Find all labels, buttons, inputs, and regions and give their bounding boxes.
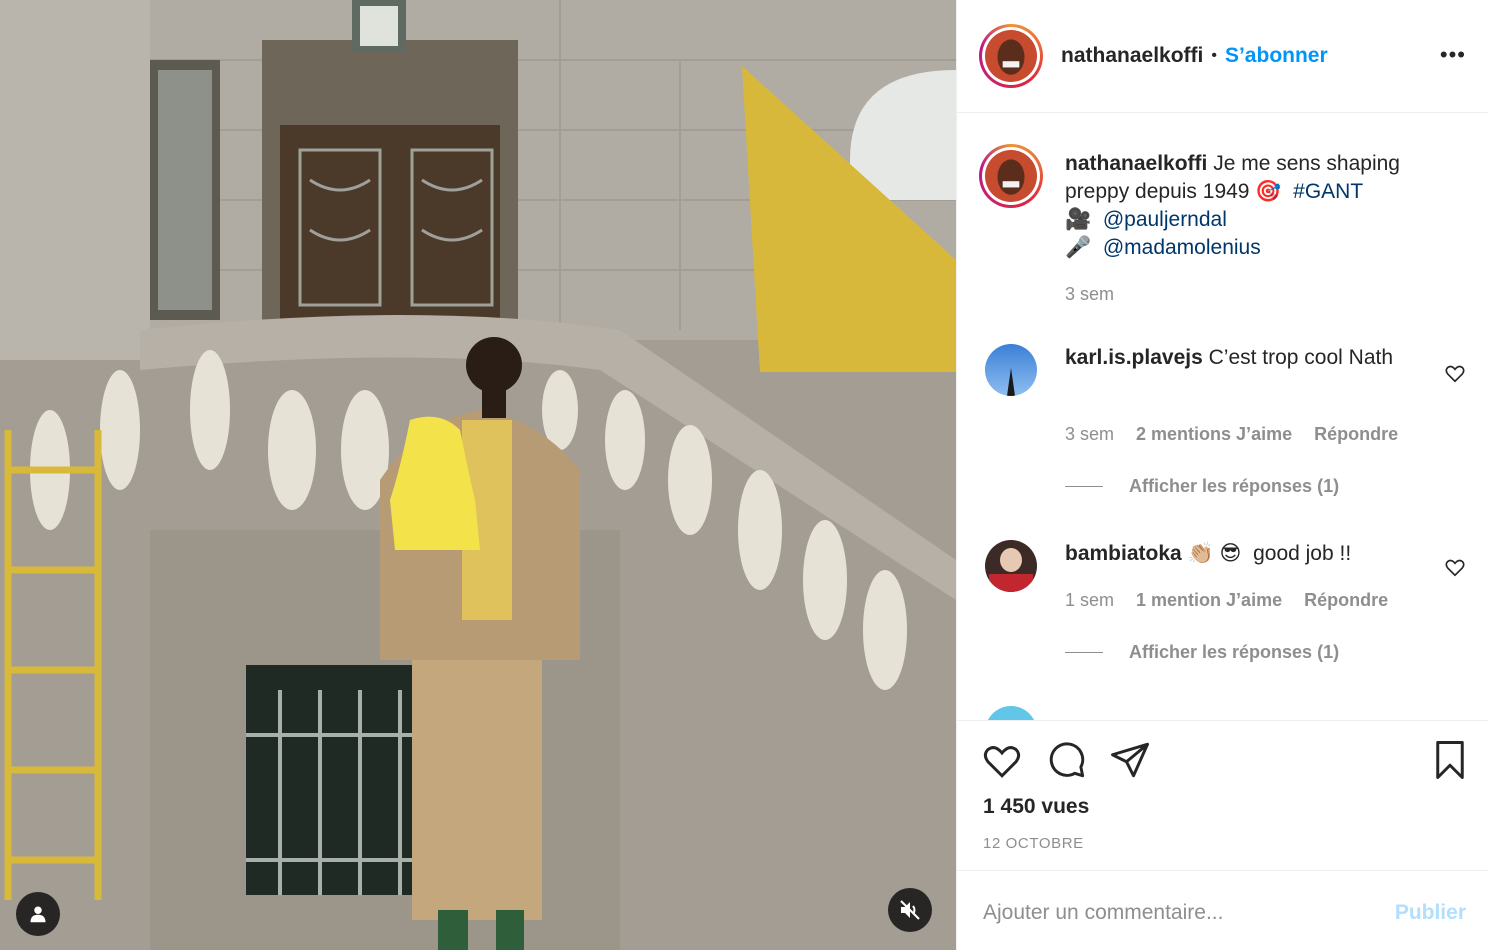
instagram-post: nathanaelkoffi • S’abonner ••• nathanael… <box>0 0 1488 950</box>
post-actions: 1 450 vues 12 OCTOBRE <box>957 720 1488 870</box>
microphone-emoji: 🎤 <box>1065 236 1092 259</box>
view-replies-label: Afficher les réponses (1) <box>1129 476 1340 496</box>
view-count[interactable]: 1 450 vues <box>983 795 1089 819</box>
comment-body: karl.is.plavejs C’est trop cool Nath <box>1065 344 1420 372</box>
comments-list[interactable]: nathanaelkoffi Je me sens shaping preppy… <box>957 114 1488 720</box>
publish-button[interactable]: Publier <box>1395 901 1466 925</box>
camera-emoji: 🎥 <box>1065 208 1092 231</box>
author-username[interactable]: nathanaelkoffi <box>1061 44 1203 68</box>
comment-composer: Publier <box>957 870 1488 950</box>
follow-button[interactable]: S’abonner <box>1225 44 1328 68</box>
comment-bubble-icon[interactable] <box>1045 739 1087 781</box>
share-paper-plane-icon[interactable] <box>1109 739 1151 781</box>
comment-input[interactable] <box>983 897 1363 929</box>
commenter-avatar[interactable] <box>985 344 1037 396</box>
like-comment-heart-icon[interactable] <box>1444 362 1466 384</box>
replies-line <box>1065 486 1103 487</box>
caption-username[interactable]: nathanaelkoffi <box>1065 152 1207 175</box>
replies-line <box>1065 652 1103 653</box>
save-bookmark-icon[interactable] <box>1429 739 1471 781</box>
comment-text: C’est trop cool Nath <box>1208 346 1394 369</box>
caption-time[interactable]: 3 sem <box>1065 284 1114 305</box>
like-heart-icon[interactable] <box>981 739 1023 781</box>
comment-body: bambiatoka 👏🏼 😎 good job !! <box>1065 540 1420 568</box>
commenter-avatar[interactable] <box>985 540 1037 592</box>
comment-meta: 3 sem 2 mentions J’aime Répondre <box>1065 424 1398 445</box>
comment-text: good job !! <box>1253 542 1352 565</box>
mute-toggle-button[interactable] <box>888 888 932 932</box>
mention-link-1[interactable]: @pauljerndal <box>1103 208 1227 231</box>
comment-likes[interactable]: 2 mentions J’aime <box>1136 424 1292 445</box>
comment-likes[interactable]: 1 mention J’aime <box>1136 590 1282 611</box>
user-icon <box>30 906 46 923</box>
view-replies-label: Afficher les réponses (1) <box>1129 642 1340 662</box>
caption-body: nathanaelkoffi Je me sens shaping preppy… <box>1065 150 1420 262</box>
comment-emojis: 👏🏼 😎 <box>1187 542 1242 565</box>
view-replies-button[interactable]: Afficher les réponses (1) <box>1065 642 1339 663</box>
view-replies-button[interactable]: Afficher les réponses (1) <box>1065 476 1339 497</box>
author-avatar[interactable] <box>979 24 1043 88</box>
caption-meta: 3 sem <box>1065 284 1114 305</box>
target-emoji: 🎯 <box>1255 180 1282 203</box>
comment-username[interactable]: bambiatoka <box>1065 542 1182 565</box>
hashtag-link[interactable]: #GANT <box>1293 180 1363 203</box>
post-header: nathanaelkoffi • S’abonner ••• <box>957 0 1488 113</box>
like-comment-heart-icon[interactable] <box>1444 556 1466 578</box>
speaker-muted-icon <box>900 900 920 920</box>
caption-avatar[interactable] <box>979 144 1043 208</box>
more-options-icon[interactable]: ••• <box>1440 42 1466 68</box>
commenter-avatar[interactable] <box>985 706 1037 720</box>
mention-link-2[interactable]: @madamolenius <box>1103 236 1261 259</box>
comment-time[interactable]: 1 sem <box>1065 590 1114 611</box>
video-frame <box>0 0 956 950</box>
reply-button[interactable]: Répondre <box>1314 424 1398 445</box>
separator-dot: • <box>1211 47 1217 64</box>
tagged-users-button[interactable] <box>16 892 60 936</box>
comment-username[interactable]: karl.is.plavejs <box>1065 346 1203 369</box>
comment-time[interactable]: 3 sem <box>1065 424 1114 445</box>
reply-button[interactable]: Répondre <box>1304 590 1388 611</box>
post-video[interactable] <box>0 0 956 950</box>
post-side-panel: nathanaelkoffi • S’abonner ••• nathanael… <box>956 0 1488 950</box>
comment-meta: 1 sem 1 mention J’aime Répondre <box>1065 590 1388 611</box>
post-date[interactable]: 12 OCTOBRE <box>983 835 1084 852</box>
